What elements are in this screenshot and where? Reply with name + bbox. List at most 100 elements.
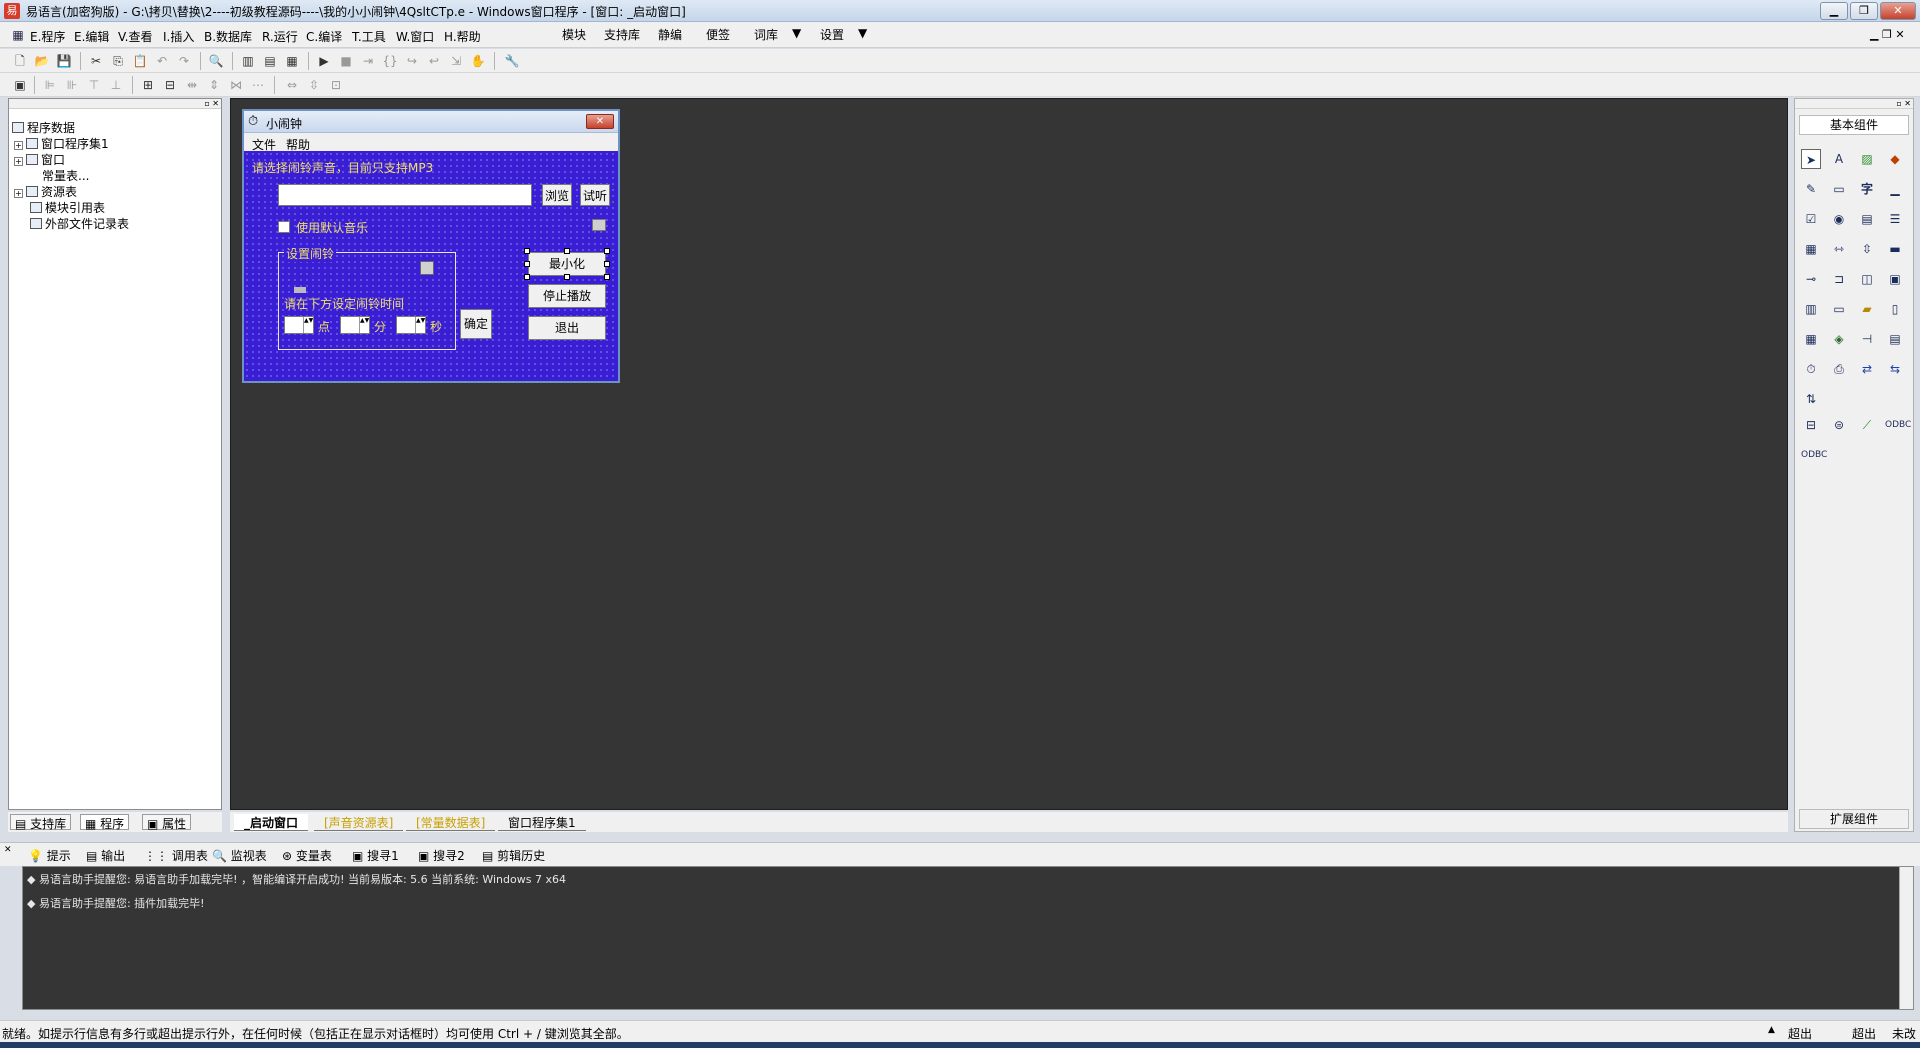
- browse-button[interactable]: 浏览: [542, 184, 572, 206]
- panel-close-icon[interactable]: ▫ ✕: [1896, 99, 1913, 108]
- hour-spinner[interactable]: ▲▼: [284, 316, 314, 334]
- panel-close-icon[interactable]: ▫ ✕: [204, 99, 221, 108]
- menu-help[interactable]: H.帮助: [444, 28, 481, 45]
- step-icon[interactable]: ⇥: [360, 53, 376, 69]
- hspace-icon[interactable]: ⇔: [284, 77, 300, 93]
- align-bottom-icon[interactable]: ⊥: [108, 77, 124, 93]
- scroll-up-icon[interactable]: ▲: [1768, 1025, 1775, 1035]
- shape-icon[interactable]: ◆: [1885, 149, 1905, 169]
- combobox-icon[interactable]: ▤: [1857, 209, 1877, 229]
- layout-icon[interactable]: ▦: [284, 53, 300, 69]
- picturebox-icon[interactable]: ▭: [1829, 179, 1849, 199]
- selection-handle[interactable]: [564, 274, 570, 280]
- step-out-icon[interactable]: ↩: [426, 53, 442, 69]
- tree-item-resources[interactable]: + 资源表: [14, 185, 77, 200]
- pointer-icon[interactable]: ➤: [1801, 149, 1821, 169]
- listbox-icon[interactable]: ☰: [1885, 209, 1905, 229]
- designed-form[interactable]: ⏱ 小闹钟 ✕ 文件 帮助 请选择闹铃声音，目前只支持MP3 浏览 试听 使用默…: [242, 109, 620, 383]
- tree-item-external-files[interactable]: 外部文件记录表: [30, 217, 129, 232]
- menu-window[interactable]: W.窗口: [396, 28, 434, 45]
- tab-constants[interactable]: [常量数据表]: [406, 814, 496, 831]
- dataprovider-icon[interactable]: ⊜: [1829, 415, 1849, 435]
- undo-icon[interactable]: ↶: [154, 53, 170, 69]
- minimize-app-button[interactable]: 最小化: [528, 252, 606, 276]
- selection-handle[interactable]: [564, 248, 570, 254]
- chart-icon[interactable]: ⟋: [1857, 415, 1877, 435]
- scrollbar-h-icon[interactable]: ⇿: [1829, 239, 1849, 259]
- text-icon[interactable]: 字: [1857, 179, 1877, 199]
- menu-modules[interactable]: 模块: [562, 26, 586, 43]
- same-width-icon[interactable]: ⇹: [184, 77, 200, 93]
- selection-handle[interactable]: [524, 261, 530, 267]
- vspace-icon[interactable]: ⇳: [306, 77, 322, 93]
- scrollbar-v-icon[interactable]: ⇳: [1857, 239, 1877, 259]
- layout-icon[interactable]: ▥: [240, 53, 256, 69]
- restore-button[interactable]: ❐: [1850, 2, 1878, 20]
- selection-handle[interactable]: [604, 248, 610, 254]
- grid-list-icon[interactable]: ▦: [1801, 239, 1821, 259]
- save-icon[interactable]: 💾: [56, 53, 72, 69]
- basic-components-header[interactable]: 基本组件: [1799, 115, 1909, 135]
- underline-icon[interactable]: ▁: [1885, 179, 1905, 199]
- panel-close-icon[interactable]: ✕: [4, 845, 12, 855]
- preview-button[interactable]: 试听: [580, 184, 610, 206]
- spinner-arrows-icon[interactable]: ▲▼: [415, 317, 425, 333]
- music-path-input[interactable]: [278, 184, 532, 206]
- run-to-cursor-icon[interactable]: ⇲: [448, 53, 464, 69]
- menu-support-lib[interactable]: 支持库: [604, 26, 640, 43]
- align-right-icon[interactable]: ⊪: [64, 77, 80, 93]
- selection-handle[interactable]: [524, 248, 530, 254]
- second-spinner[interactable]: ▲▼: [396, 316, 426, 334]
- tab-support-lib[interactable]: ▤ 支持库: [10, 814, 72, 831]
- output-scrollbar[interactable]: [1899, 867, 1913, 1009]
- exit-button[interactable]: 退出: [528, 316, 606, 340]
- selection-handle[interactable]: [524, 274, 530, 280]
- spacing-icon[interactable]: ⋯: [250, 77, 266, 93]
- align-top-icon[interactable]: ⊤: [86, 77, 102, 93]
- tab-control-icon[interactable]: ⊐: [1829, 269, 1849, 289]
- slider-icon[interactable]: ⊸: [1801, 269, 1821, 289]
- stop-icon[interactable]: ■: [338, 53, 354, 69]
- tab-properties[interactable]: ▣ 属性: [142, 814, 192, 831]
- port-icon[interactable]: ⇅: [1801, 389, 1821, 409]
- checkbox-icon[interactable]: ☑: [1801, 209, 1821, 229]
- layout-icon[interactable]: ▤: [262, 53, 278, 69]
- menu-view[interactable]: V.查看: [118, 28, 152, 45]
- button-icon[interactable]: ▭: [1829, 299, 1849, 319]
- breakpoint-icon[interactable]: ✋: [470, 53, 486, 69]
- menu-edit[interactable]: E.编辑: [74, 28, 109, 45]
- run-icon[interactable]: ▶: [316, 53, 332, 69]
- output-panel[interactable]: ◆ 易语言助手提醒您: 易语言助手加载完毕! ，智能编译开启成功! 当前易版本:…: [22, 866, 1914, 1010]
- close-button[interactable]: ✕: [1880, 2, 1916, 20]
- tab-variables[interactable]: ⊛ 变量表: [282, 847, 332, 864]
- datetime-icon[interactable]: ▥: [1801, 299, 1821, 319]
- tab-watch[interactable]: 🔍 监视表: [212, 847, 267, 864]
- default-music-checkbox[interactable]: [278, 221, 290, 233]
- tab-window-assembly[interactable]: 窗口程序集1: [498, 814, 586, 831]
- open-folder-icon[interactable]: 📂: [34, 53, 50, 69]
- align-left-icon[interactable]: ⊫: [42, 77, 58, 93]
- paste-icon[interactable]: 📋: [132, 53, 148, 69]
- expand-icon[interactable]: +: [14, 141, 23, 150]
- tree-root[interactable]: 程序数据: [12, 121, 75, 136]
- menu-database[interactable]: B.数据库: [204, 28, 252, 45]
- tab-output[interactable]: ▤ 输出: [86, 847, 125, 864]
- network-icon[interactable]: ◈: [1829, 329, 1849, 349]
- plugin-icon[interactable]: 🔧: [504, 53, 520, 69]
- minute-spinner[interactable]: ▲▼: [340, 316, 370, 334]
- document-icon[interactable]: ▯: [1885, 299, 1905, 319]
- menu-tools[interactable]: T.工具: [352, 28, 386, 45]
- timer-icon[interactable]: ⏱: [1801, 359, 1821, 379]
- center-horizontal-icon[interactable]: ⊞: [140, 77, 156, 93]
- menu-compile[interactable]: C.编译: [306, 28, 342, 45]
- step-into-icon[interactable]: {}: [382, 53, 398, 69]
- redo-icon[interactable]: ↷: [176, 53, 192, 69]
- progress-icon[interactable]: ▬: [1885, 239, 1905, 259]
- confirm-button[interactable]: 确定: [460, 309, 492, 339]
- grid-icon[interactable]: ▣: [12, 77, 28, 93]
- tab-clip-history[interactable]: ▤ 剪辑历史: [482, 847, 545, 864]
- center-vertical-icon[interactable]: ⊟: [162, 77, 178, 93]
- tree-item-constants[interactable]: 常量表...: [42, 169, 89, 184]
- copy-icon[interactable]: ⎘: [110, 53, 126, 69]
- radio-icon[interactable]: ◉: [1829, 209, 1849, 229]
